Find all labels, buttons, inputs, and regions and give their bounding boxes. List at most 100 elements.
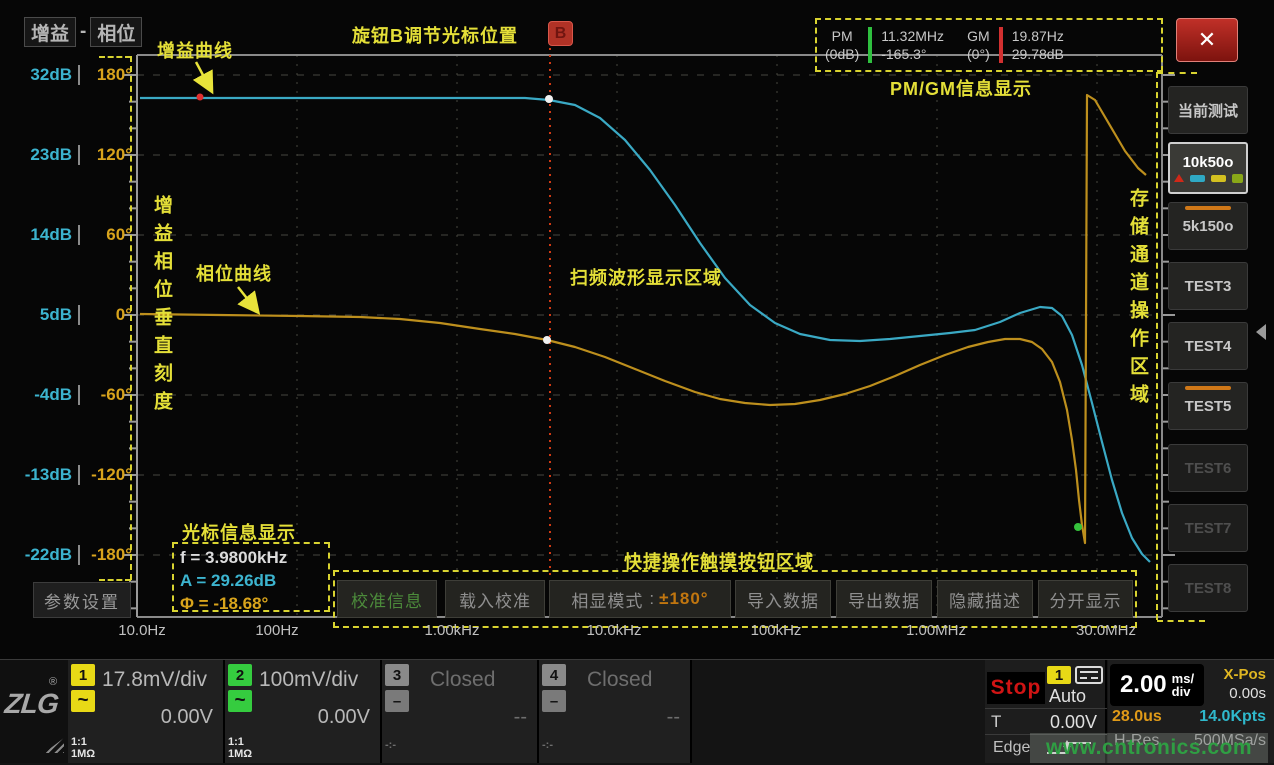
- x-tick-label: 30.0MHz: [1076, 622, 1136, 639]
- channel1-offset: 0.00V: [161, 706, 213, 729]
- gain-tick-label: 32dB: [12, 65, 72, 85]
- cursor-b-badge: B: [548, 21, 573, 46]
- channel3-badge: 3: [385, 664, 409, 686]
- left-bracket-bottom: [99, 579, 131, 581]
- channel1-badge: 1: [71, 664, 95, 686]
- channel3-probe-ratio: -:-: [385, 740, 396, 751]
- zlg-logo-hatch-icon: [44, 738, 64, 753]
- right-bracket: [1156, 72, 1158, 620]
- phase-trace-indicator-icon: [1211, 175, 1226, 182]
- trigger-source-badge: 1: [1047, 666, 1071, 684]
- channel2-probe-ratio: 1:1: [228, 737, 244, 748]
- tab-phase[interactable]: 相位: [90, 17, 142, 47]
- pm-label: PM(0dB): [825, 27, 859, 63]
- storage-channel-label-right: 存储通道操作区域: [1124, 188, 1151, 412]
- cursor-readout: f = 3.9800kHz A = 29.26dB Φ = -18.68°: [172, 542, 330, 612]
- phase-mode-colon: :: [649, 589, 655, 609]
- panel-collapse-arrow-icon[interactable]: [1256, 324, 1266, 340]
- gain-tick-label: -13dB: [12, 465, 72, 485]
- sidebar-button-test4[interactable]: TEST4: [1168, 322, 1248, 370]
- status-indicator-icon: [1232, 174, 1243, 183]
- close-icon: ✕: [1198, 27, 1216, 53]
- divider: [985, 708, 1107, 709]
- zlg-logo-text: ZLG: [3, 688, 59, 720]
- split-display-button[interactable]: 分开显示: [1038, 580, 1133, 618]
- sweep-area-label: 扫频波形显示区域: [570, 264, 722, 290]
- sidebar-button-10k50o[interactable]: 10k50o: [1168, 142, 1248, 194]
- timebase-scale-box[interactable]: 2.00 ms/div: [1110, 664, 1204, 706]
- right-bracket-top: [1157, 72, 1197, 74]
- oscilloscope-screen: 增益 - 相位 32dB180° 23dB120° 14dB60° 5dB0° …: [0, 0, 1274, 765]
- cursor-phase: Φ = -18.68°: [180, 592, 328, 615]
- channel1-panel[interactable]: 1 ~ 17.8mV/div 0.00V 1:1 1MΩ: [68, 660, 225, 763]
- trigger-coupling-icon: [1075, 666, 1103, 684]
- channel3-coupling-badge: –: [385, 690, 409, 712]
- channel1-impedance: 1MΩ: [71, 749, 95, 760]
- calibration-info-button[interactable]: 校准信息: [337, 580, 437, 618]
- pm-marker-bar: [868, 27, 872, 63]
- channel4-panel[interactable]: 4 – Closed -- -:-: [539, 660, 692, 763]
- load-calibration-button[interactable]: 载入校准: [445, 580, 545, 618]
- xpos-label: X-Pos: [1223, 666, 1266, 683]
- sidebar-button-label: 10k50o: [1183, 154, 1234, 171]
- channel2-panel[interactable]: 2 ~ 100mV/div 0.00V 1:1 1MΩ: [225, 660, 382, 763]
- channel3-offset: --: [514, 706, 527, 729]
- trigger-type: Edge: [993, 739, 1030, 757]
- x-tick-label: 1.00kHz: [424, 622, 479, 639]
- channel2-coupling-icon: ~: [228, 690, 252, 712]
- tick-divider: [72, 65, 86, 85]
- sidebar-button-current-test[interactable]: 当前测试: [1168, 86, 1248, 134]
- channel1-scale: 17.8mV/div: [102, 668, 207, 692]
- gm-marker-bar: [999, 27, 1003, 63]
- y-axis-row: -13dB-120°: [12, 462, 134, 488]
- sidebar-button-test8[interactable]: TEST8: [1168, 564, 1248, 612]
- trigger-indicator-icon: [1174, 174, 1184, 182]
- channel1-coupling-icon: ~: [71, 690, 95, 712]
- sidebar-button-5k150o[interactable]: 5k150o: [1168, 202, 1248, 250]
- watermark: www.cntronics.com: [1030, 733, 1268, 763]
- phase-mode-value: ±180°: [659, 589, 709, 609]
- gain-tick-label: 14dB: [12, 225, 72, 245]
- timebase-unit: ms/div: [1172, 672, 1194, 698]
- sidebar-button-test7[interactable]: TEST7: [1168, 504, 1248, 552]
- right-bracket-bottom: [1157, 620, 1205, 622]
- x-tick-label: 10.0kHz: [586, 622, 641, 639]
- run-state-indicator[interactable]: Stop: [987, 672, 1045, 704]
- phase-tick-label: 120°: [86, 145, 132, 165]
- trigger-level-label: T: [991, 712, 1001, 732]
- x-tick-label: 100kHz: [751, 622, 802, 639]
- channel2-badge: 2: [228, 664, 252, 686]
- tick-divider: [72, 465, 86, 485]
- pm-gm-readout: PM(0dB) 11.32MHz-165.3° GM(0°) 19.87Hz29…: [815, 18, 1163, 72]
- tab-separator: -: [80, 21, 86, 43]
- channel3-panel[interactable]: 3 – Closed -- -:-: [382, 660, 539, 763]
- close-button[interactable]: ✕: [1176, 18, 1238, 62]
- pmgm-info-label: PM/GM信息显示: [890, 75, 1032, 101]
- channel4-badge: 4: [542, 664, 566, 686]
- tab-gain[interactable]: 增益: [24, 17, 76, 47]
- x-tick-label: 10.0Hz: [118, 622, 166, 639]
- zlg-logo: ® ZLG: [0, 660, 68, 763]
- y-axis-row: 5dB0°: [12, 302, 134, 328]
- sidebar-button-test5[interactable]: TEST5: [1168, 382, 1248, 430]
- gain-tick-label: -4dB: [12, 385, 72, 405]
- phase-display-mode-button[interactable]: 相显模式 : ±180°: [549, 580, 731, 618]
- sidebar-button-test3[interactable]: TEST3: [1168, 262, 1248, 310]
- channel4-coupling-badge: –: [542, 690, 566, 712]
- xpos-value: 0.00s: [1229, 685, 1266, 702]
- registered-mark: ®: [49, 676, 57, 688]
- sidebar-button-test6[interactable]: TEST6: [1168, 444, 1248, 492]
- phase-curve-label: 相位曲线: [196, 260, 272, 286]
- export-data-button[interactable]: 导出数据: [836, 580, 932, 618]
- channel1-probe-ratio: 1:1: [71, 737, 87, 748]
- import-data-button[interactable]: 导入数据: [735, 580, 831, 618]
- gm-label: GM(0°): [967, 27, 990, 63]
- phase-tick-label: 0°: [86, 305, 132, 325]
- parameter-settings-button[interactable]: 参数设置: [33, 582, 131, 618]
- x-tick-label: 100Hz: [255, 622, 298, 639]
- phase-tick-label: 180°: [86, 65, 132, 85]
- cursor-gain: A = 29.26dB: [180, 569, 328, 592]
- gain-tick-label: 23dB: [12, 145, 72, 165]
- hide-description-button[interactable]: 隐藏描述: [937, 580, 1033, 618]
- phase-tick-label: 60°: [86, 225, 132, 245]
